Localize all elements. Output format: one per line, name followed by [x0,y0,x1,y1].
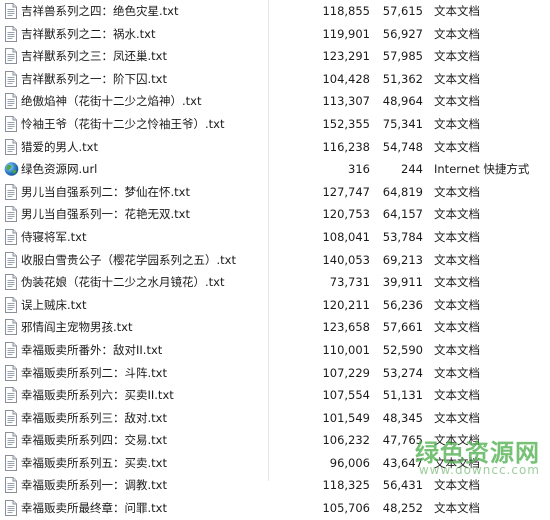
file-type: 文本文档 [434,26,480,41]
file-type: 文本文档 [434,320,480,335]
file-row[interactable]: 侍寝将军.txt 108,041 53,784 文本文档 [0,226,550,249]
file-type: 文本文档 [434,275,480,290]
file-type: 文本文档 [434,116,480,131]
file-type: 文本文档 [434,410,480,425]
file-type: 文本文档 [434,207,480,222]
file-type: 文本文档 [434,501,480,516]
file-row[interactable]: 吉祥獸系列之一：阶下囚.txt 104,428 51,362 文本文档 [0,68,550,91]
file-row[interactable]: 幸福贩卖所系列一：调教.txt 118,325 56,431 文本文档 [0,474,550,497]
file-size: 48,964 [382,94,423,109]
file-type: 文本文档 [434,49,480,64]
file-size: 48,345 [382,410,423,425]
file-size: 43,647 [382,455,423,470]
file-row[interactable]: 收服白雪贵公子（樱花学园系列之五）.txt 140,053 69,213 文本文档 [0,249,550,272]
file-row[interactable]: 男儿当自强系列二：梦仙在怀.txt 127,747 64,819 文本文档 [0,181,550,204]
file-type: 文本文档 [434,229,480,244]
file-size: 39,911 [382,275,423,290]
file-row[interactable]: 伪装花娘（花街十二少之水月镜花）.txt 73,731 39,911 文本文档 [0,271,550,294]
file-row[interactable]: 幸福贩卖所系列六：买卖II.txt 107,554 51,131 文本文档 [0,384,550,407]
file-row[interactable]: 怜袖王爷（花街十二少之怜袖王爷）.txt 152,355 75,341 文本文档 [0,113,550,136]
file-type: 文本文档 [434,478,480,493]
file-size: 51,362 [382,71,423,86]
file-type: 文本文档 [434,184,480,199]
file-type: 文本文档 [434,71,480,86]
file-list: 吉祥兽系列之四：绝色灾星.txt 118,855 57,615 文本文档 吉祥獸系列之二… [0,0,550,520]
file-type: 文本文档 [434,388,480,403]
file-type: 文本文档 [434,139,480,154]
file-type: 文本文档 [434,252,480,267]
file-size: 56,927 [382,26,423,41]
file-row[interactable]: 绝傲焰神（花街十二少之焰神）.txt 113,307 48,964 文本文档 [0,90,550,113]
file-row[interactable]: 幸福贩卖所最终章：问罪.txt 105,706 48,252 文本文档 [0,497,550,520]
file-size: 54,748 [382,139,423,154]
file-row[interactable]: 猎爱的男人.txt 116,238 54,748 文本文档 [0,136,550,159]
file-size: 57,985 [382,49,423,64]
file-row[interactable]: 幸福贩卖所系列二：斗阵.txt 107,229 53,274 文本文档 [0,362,550,385]
file-type: 文本文档 [434,365,480,380]
file-row[interactable]: 幸福贩卖所系列四：交易.txt 106,232 47,765 文本文档 [0,429,550,452]
file-size: 52,590 [382,342,423,357]
file-size: 53,784 [382,229,423,244]
file-type: 文本文档 [434,4,480,18]
file-row[interactable]: 绿色资源网.url 316 244 Internet 快捷方式 [0,158,550,181]
file-type: 文本文档 [434,297,480,312]
file-size: 48,252 [382,501,423,516]
file-row[interactable]: 幸福贩卖所系列三：敌对.txt 101,549 48,345 文本文档 [0,407,550,430]
file-size: 75,341 [382,116,423,131]
file-size: 64,819 [382,184,423,199]
file-size: 64,157 [382,207,423,222]
file-size: 53,274 [382,365,423,380]
file-type: 文本文档 [434,94,480,109]
file-type: Internet 快捷方式 [434,162,530,177]
file-row[interactable]: 幸福贩卖所系列五：买卖.txt 96,006 43,647 文本文档 [0,452,550,475]
file-row[interactable]: 男儿当自强系列一：花艳无双.txt 120,753 64,157 文本文档 [0,203,550,226]
file-size: 56,431 [382,478,423,493]
file-size: 57,615 [382,4,423,18]
column-divider [268,0,269,481]
file-row[interactable]: 吉祥獸系列之三：凤还巢.txt 123,291 57,985 文本文档 [0,45,550,68]
file-size: 69,213 [382,252,423,267]
file-row[interactable]: 吉祥獸系列之二：祸水.txt 119,901 56,927 文本文档 [0,23,550,46]
file-row[interactable]: 误上贼床.txt 120,211 56,236 文本文档 [0,294,550,317]
file-size: 47,765 [382,433,423,448]
file-row[interactable]: 吉祥兽系列之四：绝色灾星.txt 118,855 57,615 文本文档 [0,0,550,23]
file-type: 文本文档 [434,455,480,470]
file-row[interactable]: 邪情阎主宠物男孩.txt 123,658 57,661 文本文档 [0,316,550,339]
file-type: 文本文档 [434,433,480,448]
file-row[interactable]: 幸福贩卖所番外：敌对II.txt 110,001 52,590 文本文档 [0,339,550,362]
file-size: 57,661 [382,320,423,335]
file-size: 56,236 [382,297,423,312]
file-size: 51,131 [382,388,423,403]
file-size: 244 [401,162,423,177]
file-type: 文本文档 [434,342,480,357]
